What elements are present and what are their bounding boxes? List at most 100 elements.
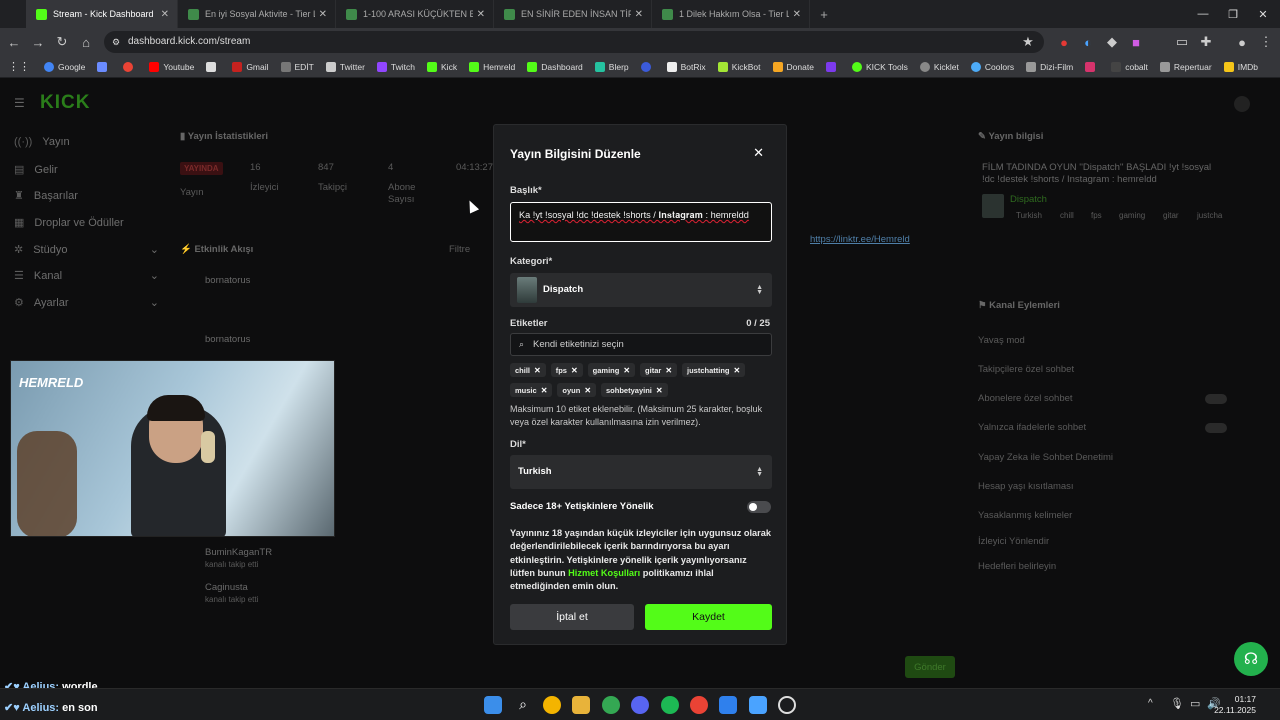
bookmark[interactable]: Youtube	[149, 61, 194, 72]
sidebar-item-studyo[interactable]: ✲ Stüdyo ⌄	[14, 243, 159, 256]
remove-tag-icon[interactable]: ✕	[665, 366, 672, 375]
tag-chip[interactable]: gitar ✕	[640, 363, 678, 377]
tag-chip[interactable]: gaming ✕	[587, 363, 636, 377]
send-button[interactable]: Gönder	[905, 656, 955, 678]
bookmark[interactable]: Twitter	[325, 61, 365, 72]
action-item[interactable]: Abonelere özel sohbet	[978, 393, 1073, 404]
remove-tag-icon[interactable]: ✕	[541, 386, 548, 395]
chat-link[interactable]: https://linktr.ee/Hemreld	[810, 234, 910, 245]
extension-icon[interactable]: ■	[1128, 34, 1144, 50]
hamburger-icon[interactable]: ☰	[14, 96, 25, 110]
sidebar-item-gelir[interactable]: ▤ Gelir	[14, 163, 58, 176]
bookmark[interactable]: Twitch	[376, 61, 415, 72]
discord-icon[interactable]	[631, 696, 649, 714]
close-icon[interactable]: ✕	[753, 145, 764, 161]
back-icon[interactable]: ←	[6, 34, 22, 50]
cast-icon[interactable]: ▭	[1174, 34, 1190, 50]
bookmark[interactable]	[1085, 61, 1099, 72]
toggle-emote-only[interactable]	[1205, 423, 1227, 433]
tab-tierlist-3[interactable]: EN SİNİR EDEN İNSAN TİPİ - Ti ✕	[494, 0, 652, 28]
save-button[interactable]: Kaydet	[645, 604, 772, 630]
reload-icon[interactable]: ↻	[54, 34, 70, 50]
bookmark[interactable]: BotRix	[666, 61, 706, 72]
bookmark[interactable]	[206, 61, 220, 72]
bookmark[interactable]: Donate	[772, 61, 814, 72]
tag-chip[interactable]: justchatting ✕	[682, 363, 746, 377]
bookmark[interactable]: IMDb	[1223, 61, 1258, 72]
bookmark[interactable]	[123, 61, 137, 72]
tab-tierlist-4[interactable]: 1 Dilek Hakkım Olsa - Tier List ✕	[652, 0, 810, 28]
tag-search-input[interactable]: ⌕ Kendi etiketinizi seçin	[510, 333, 772, 356]
folder-icon[interactable]	[572, 696, 590, 714]
tag-chip[interactable]: sohbetyayini ✕	[601, 383, 668, 397]
title-input[interactable]: Ka !yt !sosyal !dc !destek !shorts / 𝐈𝐧𝐬…	[510, 202, 772, 242]
action-item[interactable]: Takipçilere özel sohbet	[978, 364, 1074, 375]
bookmark[interactable]: Blerp	[594, 61, 629, 72]
system-clock[interactable]: 01:17 22.11.2025	[1214, 694, 1256, 716]
language-select[interactable]: Turkish ▲ ▼	[510, 455, 772, 489]
steam-icon[interactable]	[749, 696, 767, 714]
toggle-subs-only[interactable]	[1205, 394, 1227, 404]
sidebar-item-basarilar[interactable]: ♜ Başarılar	[14, 189, 78, 202]
site-info-icon[interactable]: ⚙	[112, 31, 120, 53]
extension-icon[interactable]: ●	[1056, 34, 1072, 50]
tray-chevron-icon[interactable]: ^	[1148, 698, 1153, 709]
menu-icon[interactable]: ⋮	[1258, 34, 1274, 50]
bookmark[interactable]: KickBot	[717, 61, 761, 72]
close-icon[interactable]: ✕	[635, 9, 643, 20]
chrome-icon[interactable]	[602, 696, 620, 714]
close-icon[interactable]: ✕	[793, 9, 801, 20]
bookmark[interactable]: Repertuar	[1159, 61, 1212, 72]
kick-logo[interactable]: KICK	[40, 92, 90, 114]
action-item[interactable]: Yapay Zeka ile Sohbet Denetimi	[978, 452, 1113, 463]
app-icon[interactable]	[719, 696, 737, 714]
sidebar-item-droplar[interactable]: ▦ Droplar ve Ödüller	[14, 216, 124, 229]
remove-tag-icon[interactable]: ✕	[584, 386, 591, 395]
remove-tag-icon[interactable]: ✕	[571, 366, 578, 375]
mic-icon[interactable]: 🎙	[1170, 697, 1184, 710]
terms-link[interactable]: Hizmet Koşulları	[568, 568, 640, 578]
chrome-icon[interactable]	[690, 696, 708, 714]
forward-icon[interactable]: →	[30, 34, 46, 50]
cancel-button[interactable]: İptal et	[510, 604, 634, 630]
bookmark[interactable]: KICK Tools	[851, 61, 908, 72]
bookmark[interactable]: Kick	[427, 61, 457, 72]
remove-tag-icon[interactable]: ✕	[623, 366, 630, 375]
action-item[interactable]: Yasaklanmış kelimeler	[978, 510, 1072, 521]
bookmark[interactable]: cobalt	[1111, 61, 1148, 72]
address-bar[interactable]: ⚙ dashboard.kick.com/stream	[104, 31, 1044, 53]
bookmark[interactable]: Dashboard	[527, 61, 583, 72]
action-item[interactable]: Hesap yaşı kısıtlaması	[978, 481, 1074, 492]
bookmark[interactable]: Google	[44, 61, 85, 72]
remove-tag-icon[interactable]: ✕	[734, 366, 741, 375]
remove-tag-icon[interactable]: ✕	[656, 386, 663, 395]
extensions-icon[interactable]: ✚	[1198, 34, 1214, 50]
start-icon[interactable]	[484, 696, 502, 714]
tag-chip[interactable]: fps ✕	[550, 363, 583, 377]
action-item[interactable]: İzleyici Yönlendir	[978, 536, 1049, 547]
tab-kick-dashboard[interactable]: Stream - Kick Dashboard ✕	[26, 0, 178, 28]
maximize-icon[interactable]: ❐	[1216, 0, 1250, 28]
action-item[interactable]: Yalnızca ifadelerle sohbet	[978, 422, 1086, 433]
bookmark[interactable]: Coolors	[970, 61, 1014, 72]
bookmark[interactable]: Hemreld	[469, 61, 515, 72]
sidebar-item-ayarlar[interactable]: ⚙ Ayarlar ⌄	[14, 296, 159, 309]
category-select[interactable]: Dispatch ▲ ▼	[510, 273, 772, 307]
window-close-icon[interactable]: ✕	[1246, 0, 1280, 28]
bookmark[interactable]: EDİT	[280, 61, 314, 72]
extension-icon[interactable]: ◐	[1080, 34, 1096, 50]
tag-chip[interactable]: oyun ✕	[557, 383, 597, 397]
sidebar-item-yayin[interactable]: ((·)) Yayın	[14, 136, 70, 148]
action-item[interactable]: Hedefleri belirleyin	[978, 561, 1056, 572]
obs-icon[interactable]	[778, 696, 796, 714]
adult-toggle[interactable]	[747, 501, 771, 513]
spotify-icon[interactable]	[661, 696, 679, 714]
bookmark[interactable]	[97, 61, 111, 72]
support-chat-icon[interactable]: ☊	[1234, 642, 1268, 676]
network-icon[interactable]: ▭	[1190, 697, 1200, 710]
bookmark[interactable]	[825, 61, 840, 72]
tab-tierlist-2[interactable]: 1-100 ARASI KÜÇÜKTEN BÜYÜ ✕	[336, 0, 494, 28]
tag-chip[interactable]: chill ✕	[510, 363, 546, 377]
user-avatar[interactable]	[1234, 96, 1250, 112]
bookmark[interactable]: Dizi-Film	[1026, 61, 1073, 72]
